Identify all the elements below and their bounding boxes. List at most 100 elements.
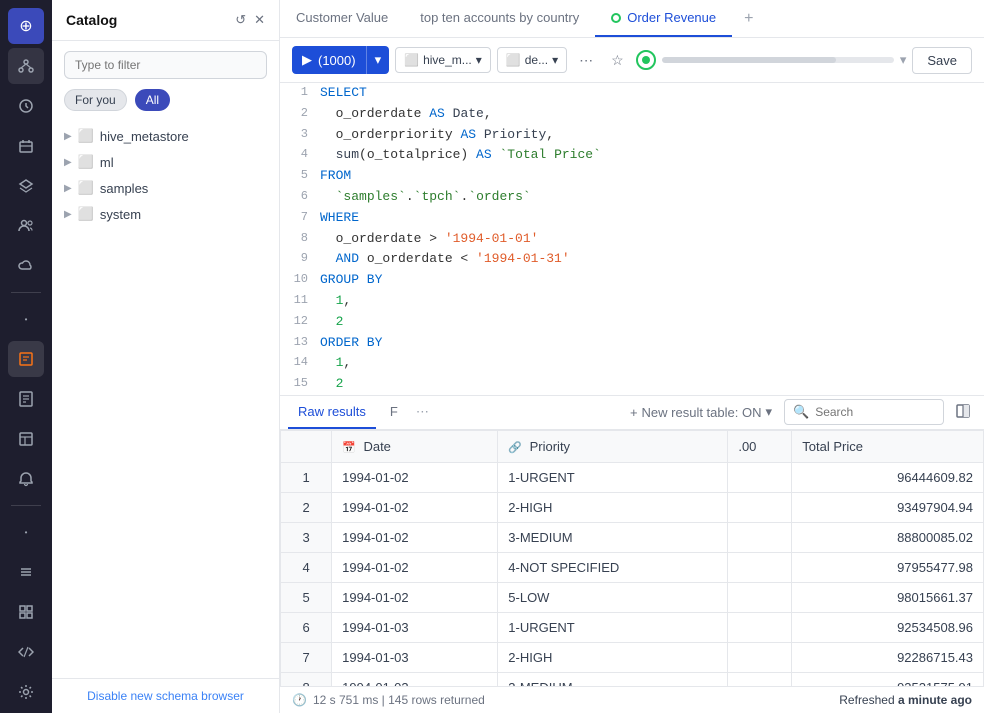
chevron-right-icon: ▶ xyxy=(64,183,72,194)
users-icon[interactable] xyxy=(8,208,44,244)
cell-priority: 2-HIGH xyxy=(498,492,728,522)
grid-icon[interactable] xyxy=(8,594,44,630)
progress-bar xyxy=(662,57,894,63)
cloud-icon[interactable] xyxy=(8,248,44,284)
catalog-tab-all[interactable]: All xyxy=(135,89,170,111)
db-selector[interactable]: ⬜ hive_m... ▾ xyxy=(395,47,491,73)
cell-total: 97955477.98 xyxy=(792,552,984,582)
sql-line-12: 12 2 xyxy=(280,312,984,333)
main-content: Customer Value top ten accounts by count… xyxy=(280,0,984,713)
report-icon[interactable] xyxy=(8,381,44,417)
cell-empty xyxy=(728,492,792,522)
db-icon: ⬜ xyxy=(78,154,94,170)
tab-top-ten[interactable]: top ten accounts by country xyxy=(404,0,595,37)
results-table: 📅 Date 🔗 Priority .00 Total Price xyxy=(280,430,984,686)
disable-schema-browser-link[interactable]: Disable new schema browser xyxy=(52,678,279,713)
table-row: 4 1994-01-02 4-NOT SPECIFIED 97955477.98 xyxy=(281,552,984,582)
refresh-time: a minute ago xyxy=(898,693,972,707)
add-tab-button[interactable]: + xyxy=(732,2,765,36)
tree-item-samples[interactable]: ▶ ⬜ samples xyxy=(52,175,279,201)
clock-icon[interactable] xyxy=(8,128,44,164)
chevron-icon: ▾ xyxy=(552,53,558,67)
col-priority-header[interactable]: 🔗 Priority xyxy=(498,430,728,462)
save-button[interactable]: Save xyxy=(912,47,972,74)
db-icon: ⬜ xyxy=(78,180,94,196)
sql-line-1: 1 SELECT xyxy=(280,83,984,104)
history-icon[interactable] xyxy=(8,88,44,124)
cell-total: 93521575.91 xyxy=(792,672,984,686)
favorite-button[interactable]: ☆ xyxy=(605,47,630,74)
tree-item-ml[interactable]: ▶ ⬜ ml xyxy=(52,149,279,175)
table2-icon[interactable] xyxy=(8,421,44,457)
cell-date: 1994-01-03 xyxy=(332,672,498,686)
more-tabs-button[interactable]: ⋯ xyxy=(412,398,433,426)
row-num: 4 xyxy=(281,552,332,582)
tree-item-hive[interactable]: ▶ ⬜ hive_metastore xyxy=(52,123,279,149)
settings-icon[interactable] xyxy=(8,674,44,710)
tab-format[interactable]: F xyxy=(380,396,408,429)
icon-divider-1 xyxy=(11,292,41,293)
cell-priority: 4-NOT SPECIFIED xyxy=(498,552,728,582)
row-num: 8 xyxy=(281,672,332,686)
tree-item-label: samples xyxy=(100,181,148,196)
sql-line-2: 2 o_orderdate AS Date, xyxy=(280,104,984,125)
home-icon[interactable]: ⊕ xyxy=(8,8,44,44)
cell-priority: 1-URGENT xyxy=(498,612,728,642)
layers-icon[interactable] xyxy=(8,168,44,204)
row-num: 1 xyxy=(281,462,332,492)
row-num: 3 xyxy=(281,522,332,552)
run-button-main[interactable]: ▶ (1000) xyxy=(292,46,366,74)
db-icon: ⬜ xyxy=(404,53,419,67)
refresh-icon[interactable]: ↺ xyxy=(235,12,246,28)
editor-icon[interactable] xyxy=(8,341,44,377)
dot1-icon[interactable]: • xyxy=(8,301,44,337)
more-options-button[interactable]: ⋯ xyxy=(573,47,599,74)
cell-priority: 5-LOW xyxy=(498,582,728,612)
bell-icon[interactable] xyxy=(8,461,44,497)
footer-timing: 🕐 12 s 751 ms | 145 rows returned xyxy=(292,693,485,707)
cell-total: 98015661.37 xyxy=(792,582,984,612)
search-icon: 🔍 xyxy=(793,404,809,420)
sql-line-11: 11 1, xyxy=(280,291,984,312)
run-dropdown-button[interactable]: ▾ xyxy=(366,46,390,74)
tab-order-revenue[interactable]: Order Revenue xyxy=(595,0,732,37)
catalog-tabs: For you All xyxy=(52,89,279,119)
tree-item-system[interactable]: ▶ ⬜ system xyxy=(52,201,279,227)
results-search-input[interactable] xyxy=(815,405,915,419)
row-num-header xyxy=(281,430,332,462)
row-num: 7 xyxy=(281,642,332,672)
col-dotoo-header[interactable]: .00 xyxy=(728,430,792,462)
close-icon[interactable]: ✕ xyxy=(254,12,265,28)
status-indicator xyxy=(636,50,656,70)
list-icon[interactable] xyxy=(8,554,44,590)
sql-editor[interactable]: 1 SELECT 2 o_orderdate AS Date, 3 o_orde… xyxy=(280,83,984,396)
sql-line-7: 7 WHERE xyxy=(280,208,984,229)
run-button[interactable]: ▶ (1000) ▾ xyxy=(292,46,389,74)
catalog-search-input[interactable] xyxy=(64,51,267,79)
table-row: 6 1994-01-03 1-URGENT 92534508.96 xyxy=(281,612,984,642)
tab-label: Order Revenue xyxy=(627,10,716,25)
tab-customer-value[interactable]: Customer Value xyxy=(280,0,404,37)
tabs-bar: Customer Value top ten accounts by count… xyxy=(280,0,984,38)
tab-raw-results[interactable]: Raw results xyxy=(288,396,376,429)
chevron-right-icon: ▶ xyxy=(64,209,72,220)
data-table-container[interactable]: 📅 Date 🔗 Priority .00 Total Price xyxy=(280,430,984,686)
schema-selector[interactable]: ⬜ de... ▾ xyxy=(497,47,567,73)
expand-button[interactable] xyxy=(950,400,976,425)
chevron-right-icon: ▶ xyxy=(64,157,72,168)
cell-priority: 3-MEDIUM xyxy=(498,672,728,686)
code-icon[interactable] xyxy=(8,634,44,670)
chevron-down-icon2: ▾ xyxy=(765,404,772,420)
cell-date: 1994-01-02 xyxy=(332,552,498,582)
add-result-button[interactable]: + New result table: ON ▾ xyxy=(624,400,778,424)
col-total-header[interactable]: Total Price xyxy=(792,430,984,462)
catalog-tab-for-you[interactable]: For you xyxy=(64,89,127,111)
chevron-down-icon[interactable]: ▾ xyxy=(900,52,907,68)
dot2-icon[interactable]: • xyxy=(8,514,44,550)
catalog-tree: ▶ ⬜ hive_metastore ▶ ⬜ ml ▶ ⬜ samples ▶ … xyxy=(52,119,279,678)
cell-date: 1994-01-02 xyxy=(332,582,498,612)
cell-empty xyxy=(728,672,792,686)
col-date-header[interactable]: 📅 Date xyxy=(332,430,498,462)
table-row: 7 1994-01-03 2-HIGH 92286715.43 xyxy=(281,642,984,672)
tree-icon[interactable] xyxy=(8,48,44,84)
